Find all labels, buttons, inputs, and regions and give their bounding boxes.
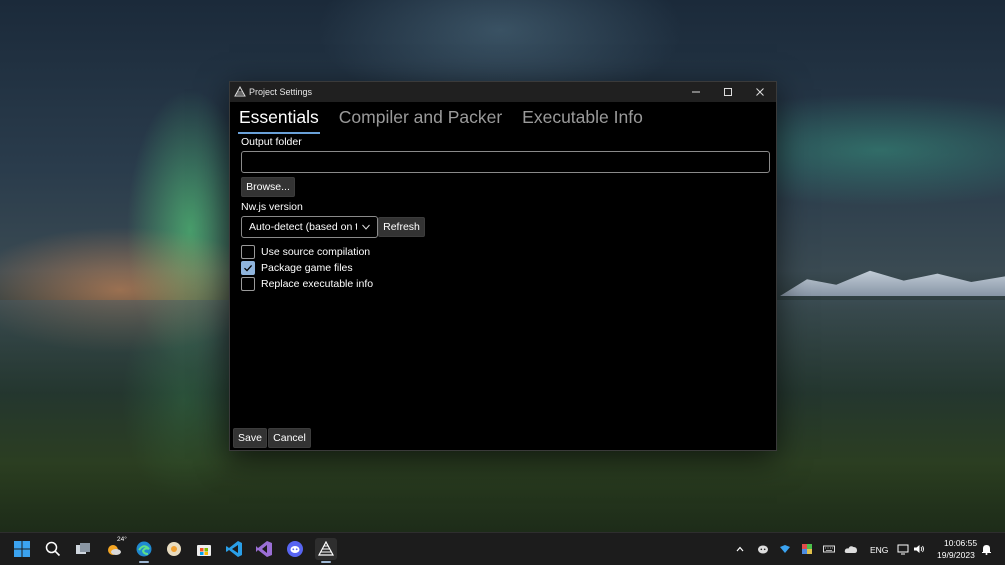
visual-studio-button[interactable] bbox=[254, 539, 274, 559]
edge-running-indicator bbox=[139, 561, 149, 563]
speaker-icon bbox=[914, 545, 924, 553]
color-grid-icon bbox=[802, 544, 812, 554]
maximize-button[interactable] bbox=[712, 82, 744, 102]
refresh-button[interactable]: Refresh bbox=[378, 217, 425, 237]
tray-keyboard[interactable] bbox=[821, 539, 837, 559]
tray-security[interactable] bbox=[777, 539, 793, 559]
nwjs-version-select[interactable]: Auto-detect (based on t bbox=[241, 216, 378, 238]
tray-volume[interactable] bbox=[912, 539, 926, 559]
tab-bar: Essentials Compiler and Packer Executabl… bbox=[238, 107, 644, 134]
replace-executable-info-label: Replace executable info bbox=[261, 278, 374, 290]
package-game-files-row[interactable]: Package game files bbox=[241, 261, 353, 275]
output-folder-label: Output folder bbox=[241, 136, 302, 148]
notifications-button[interactable] bbox=[980, 539, 992, 559]
tray-network[interactable] bbox=[896, 539, 910, 559]
chevron-up-icon bbox=[736, 546, 744, 552]
minimize-button[interactable] bbox=[680, 82, 712, 102]
wallpaper-mountains bbox=[780, 270, 1005, 296]
nwjs-version-label: Nw.js version bbox=[241, 201, 303, 213]
discord-icon bbox=[287, 541, 303, 557]
windows-logo-icon bbox=[14, 541, 30, 557]
photos-app-button[interactable] bbox=[164, 539, 184, 559]
cloud-icon bbox=[844, 546, 857, 553]
app-running-indicator bbox=[321, 561, 331, 563]
window-title: Project Settings bbox=[249, 87, 313, 97]
bell-icon bbox=[981, 545, 991, 555]
edge-browser-icon bbox=[136, 541, 152, 557]
cancel-button[interactable]: Cancel bbox=[268, 428, 311, 448]
search-button[interactable] bbox=[43, 539, 63, 559]
edge-button[interactable] bbox=[134, 539, 154, 559]
keyboard-icon bbox=[823, 545, 835, 553]
show-hidden-icons-button[interactable] bbox=[733, 539, 747, 559]
package-game-files-checkbox[interactable] bbox=[241, 261, 255, 275]
checkmark-icon bbox=[244, 264, 253, 272]
replace-executable-info-checkbox[interactable] bbox=[241, 277, 255, 291]
tab-essentials[interactable]: Essentials bbox=[238, 107, 320, 134]
nwjs-version-selected: Auto-detect (based on t bbox=[249, 221, 357, 233]
project-settings-taskbar-button[interactable] bbox=[315, 538, 337, 560]
use-source-compilation-label: Use source compilation bbox=[261, 246, 371, 258]
output-folder-input[interactable] bbox=[241, 151, 770, 173]
maximize-icon bbox=[724, 88, 732, 96]
app-icon bbox=[234, 86, 246, 97]
discord-button[interactable] bbox=[285, 539, 305, 559]
package-game-files-label: Package game files bbox=[261, 262, 353, 274]
save-button[interactable]: Save bbox=[233, 428, 267, 448]
chevron-down-icon bbox=[362, 224, 370, 230]
vscode-button[interactable] bbox=[224, 539, 244, 559]
tray-app[interactable] bbox=[799, 539, 815, 559]
shield-icon bbox=[780, 545, 790, 553]
browse-button[interactable]: Browse... bbox=[241, 177, 295, 197]
visual-studio-icon bbox=[256, 541, 272, 557]
project-settings-window: Project Settings Essentials Compiler and… bbox=[229, 81, 777, 451]
close-icon bbox=[756, 88, 764, 96]
app-icon bbox=[318, 541, 334, 556]
tray-discord[interactable] bbox=[755, 539, 771, 559]
vscode-icon bbox=[226, 541, 242, 557]
task-view-button[interactable] bbox=[73, 539, 93, 559]
clock-time[interactable]: 10:06:55 bbox=[944, 538, 977, 548]
tab-compiler-and-packer[interactable]: Compiler and Packer bbox=[338, 107, 503, 132]
tray-onedrive[interactable] bbox=[843, 539, 859, 559]
replace-executable-info-row[interactable]: Replace executable info bbox=[241, 277, 373, 291]
photos-app-icon bbox=[167, 542, 181, 556]
tab-executable-info[interactable]: Executable Info bbox=[521, 107, 644, 132]
use-source-compilation-row[interactable]: Use source compilation bbox=[241, 245, 370, 259]
store-button[interactable] bbox=[194, 539, 214, 559]
title-bar[interactable]: Project Settings bbox=[230, 82, 776, 102]
language-indicator[interactable]: ENG bbox=[870, 545, 888, 555]
use-source-compilation-checkbox[interactable] bbox=[241, 245, 255, 259]
network-icon bbox=[897, 544, 909, 555]
microsoft-store-icon bbox=[197, 545, 211, 556]
clock-date[interactable]: 19/9/2023 bbox=[937, 550, 975, 560]
discord-icon bbox=[758, 545, 768, 554]
task-view-icon bbox=[76, 543, 90, 554]
weather-sun-icon bbox=[108, 545, 121, 555]
weather-temp: 24° bbox=[117, 536, 127, 543]
search-icon bbox=[45, 541, 61, 557]
minimize-icon bbox=[692, 91, 700, 93]
close-button[interactable] bbox=[744, 82, 776, 102]
taskbar: 24° ENG 10:06:55 19/9/2023 bbox=[0, 532, 1005, 565]
start-button[interactable] bbox=[12, 539, 32, 559]
